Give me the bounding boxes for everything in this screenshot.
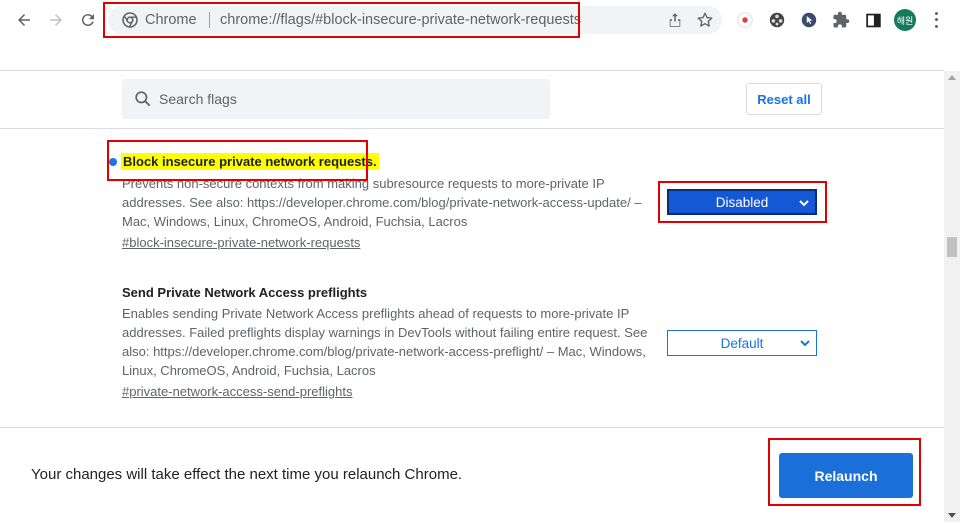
back-icon[interactable]	[12, 8, 36, 32]
flag-state-select[interactable]: Default	[667, 330, 817, 356]
search-field[interactable]	[122, 79, 550, 119]
share-icon[interactable]	[666, 11, 684, 29]
flag-state-select[interactable]: Disabled	[667, 189, 817, 215]
scrollbar-thumb[interactable]	[947, 237, 957, 257]
flag-title: Block insecure private network requests.	[121, 153, 379, 170]
flag-description: Prevents non-secure contexts from making…	[122, 176, 642, 229]
cursor-extension-icon[interactable]	[799, 10, 819, 30]
flag-description: Enables sending Private Network Access p…	[122, 306, 648, 378]
film-extension-icon[interactable]	[767, 10, 787, 30]
flag-state-value: Default	[720, 335, 764, 351]
search-input[interactable]	[159, 79, 539, 119]
side-panel-icon[interactable]	[863, 10, 883, 30]
reload-icon[interactable]	[76, 8, 100, 32]
flag-title: Send Private Network Access preflights	[122, 285, 368, 300]
scroll-up-arrow-icon[interactable]	[948, 75, 956, 80]
page-scrollbar[interactable]	[944, 71, 960, 522]
flag-state-value: Disabled	[715, 194, 769, 210]
relaunch-bar: Your changes will take effect the next t…	[0, 428, 944, 522]
omnibox-separator	[209, 12, 210, 28]
chevron-down-icon	[799, 200, 809, 207]
relaunch-button[interactable]: Relaunch	[779, 453, 913, 498]
avatar[interactable]: 해원	[894, 9, 916, 31]
search-icon	[135, 91, 151, 107]
omnibox-chip-label: Chrome	[145, 12, 197, 28]
star-icon[interactable]	[696, 11, 714, 29]
omnibox-url[interactable]: chrome://flags/#block-insecure-private-n…	[220, 12, 581, 28]
relaunch-message: Your changes will take effect the next t…	[31, 466, 463, 483]
flag-anchor-link[interactable]: #private-network-access-send-preflights	[122, 384, 352, 399]
header-divider	[0, 128, 944, 129]
chrome-icon	[122, 12, 138, 28]
omnibox[interactable]: Chrome chrome://flags/#block-insecure-pr…	[108, 6, 722, 34]
toolbar-divider	[0, 70, 944, 71]
flag-anchor-link[interactable]: #block-insecure-private-network-requests	[122, 235, 360, 250]
scroll-down-arrow-icon[interactable]	[948, 513, 956, 518]
modified-indicator	[109, 158, 117, 166]
record-extension-icon[interactable]	[735, 10, 755, 30]
chevron-down-icon	[800, 340, 810, 347]
forward-icon[interactable]	[44, 8, 68, 32]
reset-all-button[interactable]: Reset all	[746, 83, 822, 115]
menu-icon[interactable]	[928, 10, 944, 30]
puzzle-icon[interactable]	[831, 10, 851, 30]
browser-toolbar: Chrome chrome://flags/#block-insecure-pr…	[0, 0, 960, 40]
